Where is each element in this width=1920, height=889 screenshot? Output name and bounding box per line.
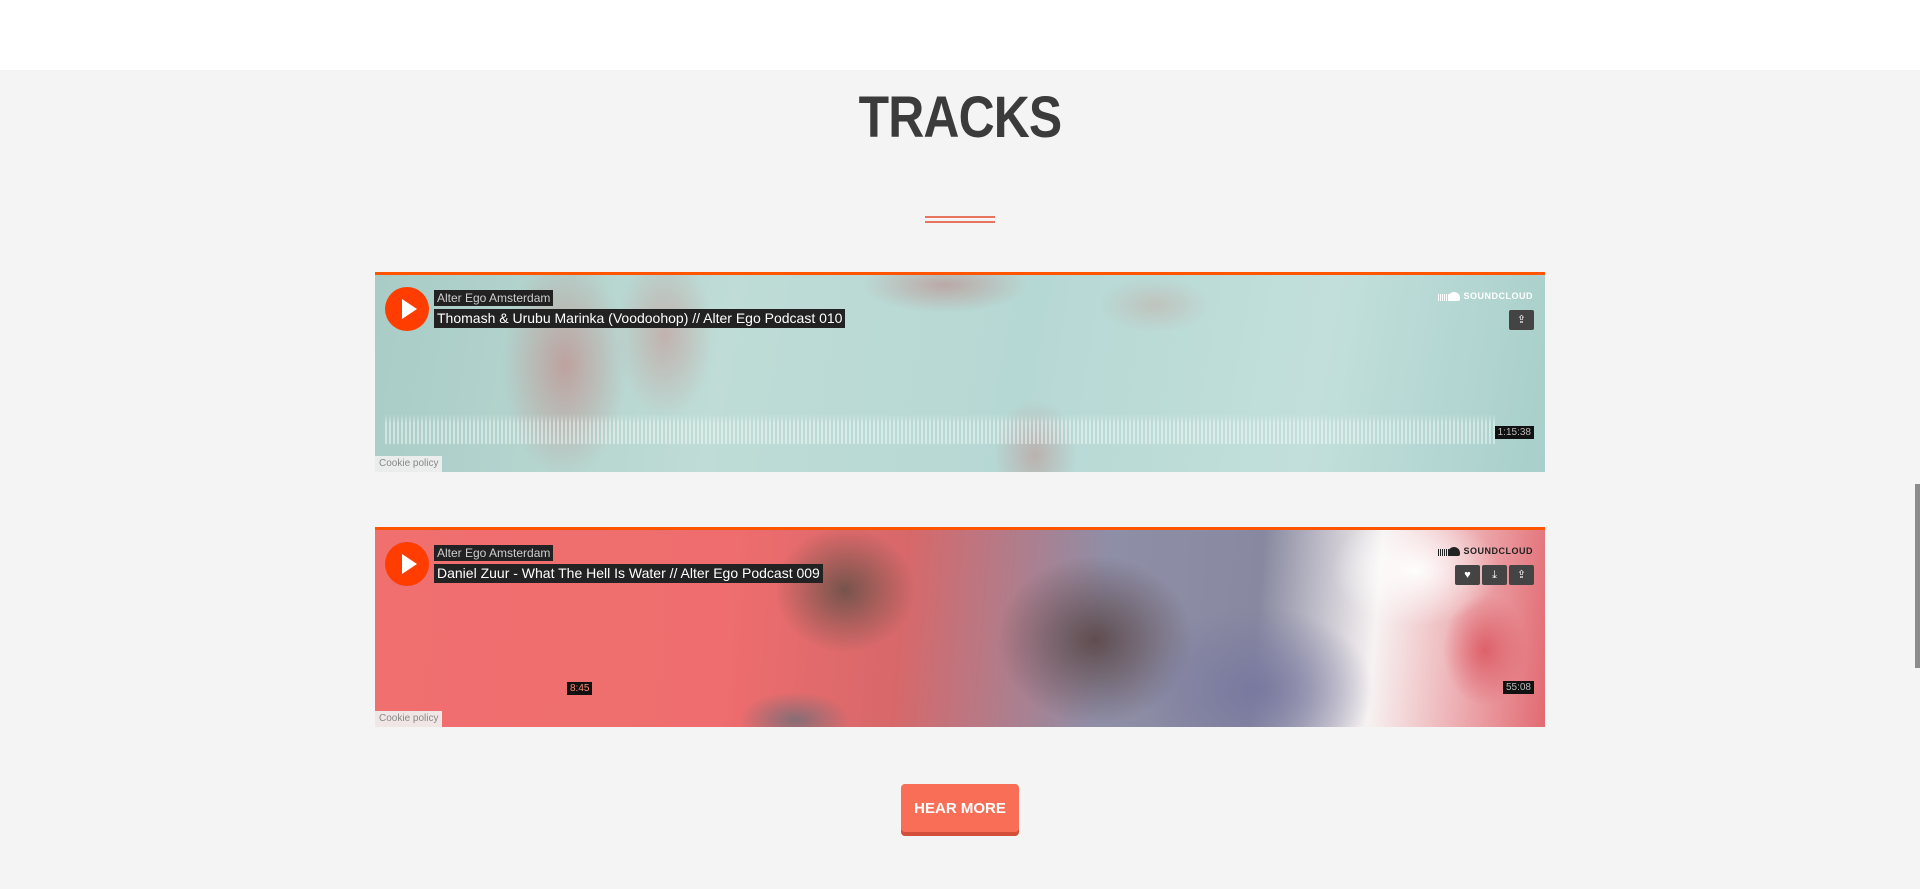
- waveform[interactable]: [385, 414, 1495, 444]
- hear-more-button[interactable]: HEAR MORE: [901, 784, 1019, 832]
- track-title-link[interactable]: Daniel Zuur - What The Hell Is Water // …: [434, 564, 823, 583]
- play-button[interactable]: [385, 542, 429, 586]
- scrollbar-thumb[interactable]: [1915, 484, 1920, 668]
- player-actions: ⇪: [1509, 310, 1534, 330]
- comment-timestamp[interactable]: 8:45: [567, 682, 593, 695]
- play-button[interactable]: [385, 287, 429, 331]
- soundcloud-cloud-icon: [1437, 291, 1460, 301]
- download-icon[interactable]: ⤓: [1482, 565, 1507, 585]
- share-icon[interactable]: ⇪: [1509, 310, 1534, 330]
- artist-link[interactable]: Alter Ego Amsterdam: [434, 290, 554, 306]
- soundcloud-wordmark: SOUNDCLOUD: [1463, 291, 1533, 301]
- tracks-section: [0, 70, 1920, 889]
- soundcloud-logo[interactable]: SOUNDCLOUD: [1437, 291, 1534, 301]
- share-icon[interactable]: ⇪: [1509, 565, 1534, 585]
- section-title: TRACKS: [858, 85, 1063, 150]
- track-duration: 55:08: [1502, 681, 1534, 694]
- heart-icon[interactable]: ♥: [1455, 565, 1480, 585]
- soundcloud-wordmark: SOUNDCLOUD: [1463, 546, 1533, 556]
- cookie-policy-link[interactable]: Cookie policy: [375, 456, 443, 472]
- track-title-link[interactable]: Thomash & Urubu Marinka (Voodoohop) // A…: [434, 309, 846, 328]
- play-icon: [402, 554, 417, 574]
- title-underline-bottom: [925, 221, 995, 223]
- soundcloud-player-2[interactable]: Alter Ego Amsterdam Daniel Zuur - What T…: [375, 527, 1545, 727]
- cookie-policy-link[interactable]: Cookie policy: [375, 711, 443, 727]
- title-underline-top: [925, 216, 995, 218]
- soundcloud-player-1[interactable]: Alter Ego Amsterdam Thomash & Urubu Mari…: [375, 272, 1545, 472]
- play-icon: [402, 299, 417, 319]
- soundcloud-logo[interactable]: SOUNDCLOUD: [1437, 546, 1534, 556]
- artist-link[interactable]: Alter Ego Amsterdam: [434, 545, 554, 561]
- player-actions: ♥ ⤓ ⇪: [1455, 565, 1534, 585]
- top-header-area: [0, 0, 1920, 70]
- soundcloud-cloud-icon: [1437, 546, 1460, 556]
- track-duration: 1:15:38: [1494, 426, 1534, 439]
